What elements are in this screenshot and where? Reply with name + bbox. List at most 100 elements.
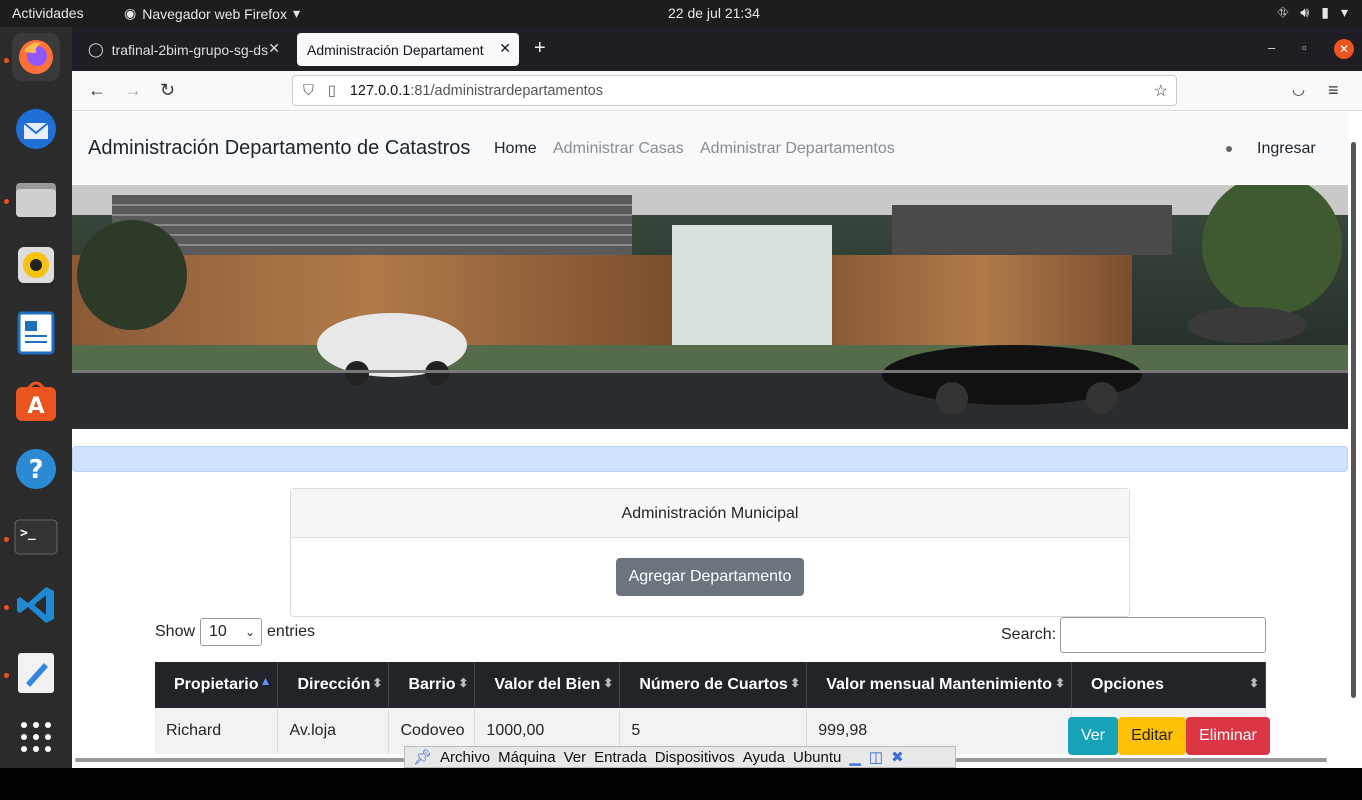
- close-icon[interactable]: ✕: [268, 40, 280, 57]
- show-apps-icon[interactable]: [12, 713, 60, 761]
- firefox-icon: ◉: [124, 5, 137, 21]
- system-tray[interactable]: ⛗ 🔊︎ ▮ ▾: [1277, 4, 1348, 21]
- tab-label: trafinal-2bim-grupo-sg-ds: [111, 41, 269, 58]
- column-header[interactable]: Dirección ⬍: [277, 662, 390, 708]
- vscode-icon[interactable]: [12, 581, 60, 629]
- menu-entrada[interactable]: Entrada: [594, 749, 647, 766]
- browser-toolbar: ← → ↻ ⛉ ▯ 127.0.0.1:81/administrardepart…: [72, 71, 1362, 111]
- entries-select[interactable]: 10 ⌄: [200, 618, 263, 646]
- tab-strip: ◯ trafinal-2bim-grupo-sg-ds ✕ Administra…: [72, 27, 1362, 71]
- software-center-icon[interactable]: A: [12, 377, 60, 425]
- chevron-down-icon: ▾: [1340, 4, 1348, 20]
- github-icon: ◯: [88, 41, 104, 57]
- web-page: Administración Departamento de Catastros…: [72, 112, 1362, 768]
- column-header[interactable]: Barrio ⬍: [388, 662, 476, 708]
- svg-text:A: A: [27, 394, 44, 419]
- pocket-icon[interactable]: ◡: [1292, 80, 1305, 98]
- menu-icon[interactable]: ≡: [1328, 80, 1339, 101]
- svg-text:>_: >_: [20, 526, 36, 541]
- column-header[interactable]: Valor mensual Mantenimiento ⬍: [806, 662, 1073, 708]
- hero-banner-image: [72, 185, 1348, 429]
- text-editor-icon[interactable]: [12, 649, 60, 697]
- menu-ayuda[interactable]: Ayuda: [743, 749, 785, 766]
- sort-icon: ⬍: [458, 676, 469, 690]
- column-header[interactable]: Opciones ⬍: [1071, 662, 1266, 708]
- reload-icon[interactable]: ↻: [160, 80, 175, 101]
- login-link[interactable]: Ingresar: [1257, 140, 1316, 158]
- thunderbird-icon[interactable]: [12, 105, 60, 153]
- entries-label: entries: [267, 623, 316, 640]
- column-header[interactable]: Propietario ▲: [155, 662, 279, 708]
- tab-github[interactable]: ◯ trafinal-2bim-grupo-sg-ds ✕: [78, 33, 288, 66]
- bullet-icon: [1226, 146, 1232, 152]
- battery-icon: ▮: [1321, 4, 1329, 20]
- table-cell: Richard: [155, 708, 279, 754]
- menu-ubuntu[interactable]: Ubuntu: [793, 749, 841, 766]
- ver-button[interactable]: Ver: [1068, 717, 1118, 755]
- libreoffice-writer-icon[interactable]: [12, 309, 60, 357]
- activities-button[interactable]: Actividades: [12, 5, 84, 21]
- nav-administrar-departamentos[interactable]: Administrar Departamentos: [700, 140, 895, 158]
- close-icon[interactable]: ✕: [499, 40, 511, 57]
- search-input[interactable]: [1060, 617, 1267, 653]
- site-navbar: Administración Departamento de Catastros…: [72, 112, 1348, 184]
- volume-icon: 🔊︎: [1300, 4, 1310, 20]
- system-top-bar: Actividades ◉ Navegador web Firefox ▾ 22…: [0, 0, 1362, 27]
- table-header-row: Propietario ▲ Dirección ⬍ Barrio ⬍ Valor de…: [155, 662, 1266, 708]
- nav-home[interactable]: Home: [494, 140, 537, 158]
- dock: A ? >_: [0, 27, 72, 768]
- site-brand[interactable]: Administración Departamento de Catastros: [88, 137, 470, 160]
- chevron-down-icon: ⌄: [244, 625, 256, 639]
- files-icon[interactable]: [12, 175, 60, 223]
- sort-icon: ⬍: [1054, 676, 1066, 690]
- add-departamento-button[interactable]: Agregar Departamento: [616, 558, 804, 596]
- sort-icon: ⬍: [372, 676, 383, 690]
- new-tab-button[interactable]: +: [534, 37, 546, 60]
- menu-maquina[interactable]: Máquina: [498, 749, 556, 766]
- editar-button[interactable]: Editar: [1118, 717, 1186, 755]
- forward-icon[interactable]: →: [124, 80, 142, 101]
- pin-icon[interactable]: 📌︎: [413, 748, 432, 766]
- nav-administrar-casas[interactable]: Administrar Casas: [553, 140, 684, 158]
- tab-label: Administración Departament: [307, 41, 484, 58]
- vertical-scrollbar[interactable]: [1351, 142, 1356, 698]
- table-cell: Av.loja: [277, 708, 390, 754]
- column-header[interactable]: Número de Cuartos ⬍: [619, 662, 808, 708]
- terminal-icon[interactable]: >_: [12, 513, 60, 561]
- help-icon[interactable]: ?: [12, 445, 60, 493]
- firefox-dock-icon[interactable]: [12, 33, 60, 81]
- firefox-window: ◯ trafinal-2bim-grupo-sg-ds ✕ Administra…: [72, 27, 1362, 768]
- eliminar-button[interactable]: Eliminar: [1186, 717, 1270, 755]
- minimize-icon[interactable]: ▁: [849, 748, 861, 766]
- shield-icon: ⛉: [303, 82, 314, 99]
- admin-card: Administración Municipal Agregar Departa…: [290, 488, 1130, 617]
- maximize-icon[interactable]: ▫: [1302, 40, 1307, 55]
- rhythmbox-icon[interactable]: [12, 241, 60, 289]
- show-label: Show: [155, 623, 196, 640]
- sort-icon: ⬍: [1248, 676, 1259, 690]
- chevron-down-icon: ▾: [292, 5, 300, 21]
- entries-length-control: Show 10 ⌄ entries: [155, 618, 315, 646]
- back-icon[interactable]: ←: [88, 80, 106, 101]
- app-menu[interactable]: ◉ Navegador web Firefox ▾: [124, 5, 300, 22]
- bookmark-star-icon[interactable]: ☆: [1154, 81, 1168, 101]
- search-label: Search:: [1001, 626, 1057, 643]
- url-bar[interactable]: ⛉ ▯ 127.0.0.1:81/administrardepartamento…: [292, 75, 1177, 106]
- page-icon: ▯: [327, 82, 336, 99]
- url-text: 127.0.0.1:81/administrardepartamentos: [349, 82, 603, 99]
- window-close-button[interactable]: ✕: [1334, 39, 1354, 59]
- menu-ver[interactable]: Ver: [564, 749, 587, 766]
- close-icon[interactable]: ✖: [891, 748, 904, 766]
- tab-admin-departamentos[interactable]: Administración Departament ✕: [297, 33, 519, 66]
- minimize-icon[interactable]: –: [1268, 40, 1275, 55]
- restore-icon[interactable]: ◫: [869, 748, 883, 766]
- table-search: Search:: [1001, 617, 1267, 653]
- clock[interactable]: 22 de jul 21:34: [668, 5, 760, 21]
- card-title: Administración Municipal: [291, 489, 1129, 538]
- svg-text:?: ?: [28, 455, 43, 485]
- app-menu-label: Navegador web Firefox: [142, 5, 287, 22]
- menu-dispositivos[interactable]: Dispositivos: [655, 749, 735, 766]
- menu-archivo[interactable]: Archivo: [440, 749, 490, 766]
- column-header[interactable]: Valor del Bien ⬍: [474, 662, 621, 708]
- virtualbox-menu-bar: 📌︎ Archivo Máquina Ver Entrada Dispositi…: [404, 746, 956, 768]
